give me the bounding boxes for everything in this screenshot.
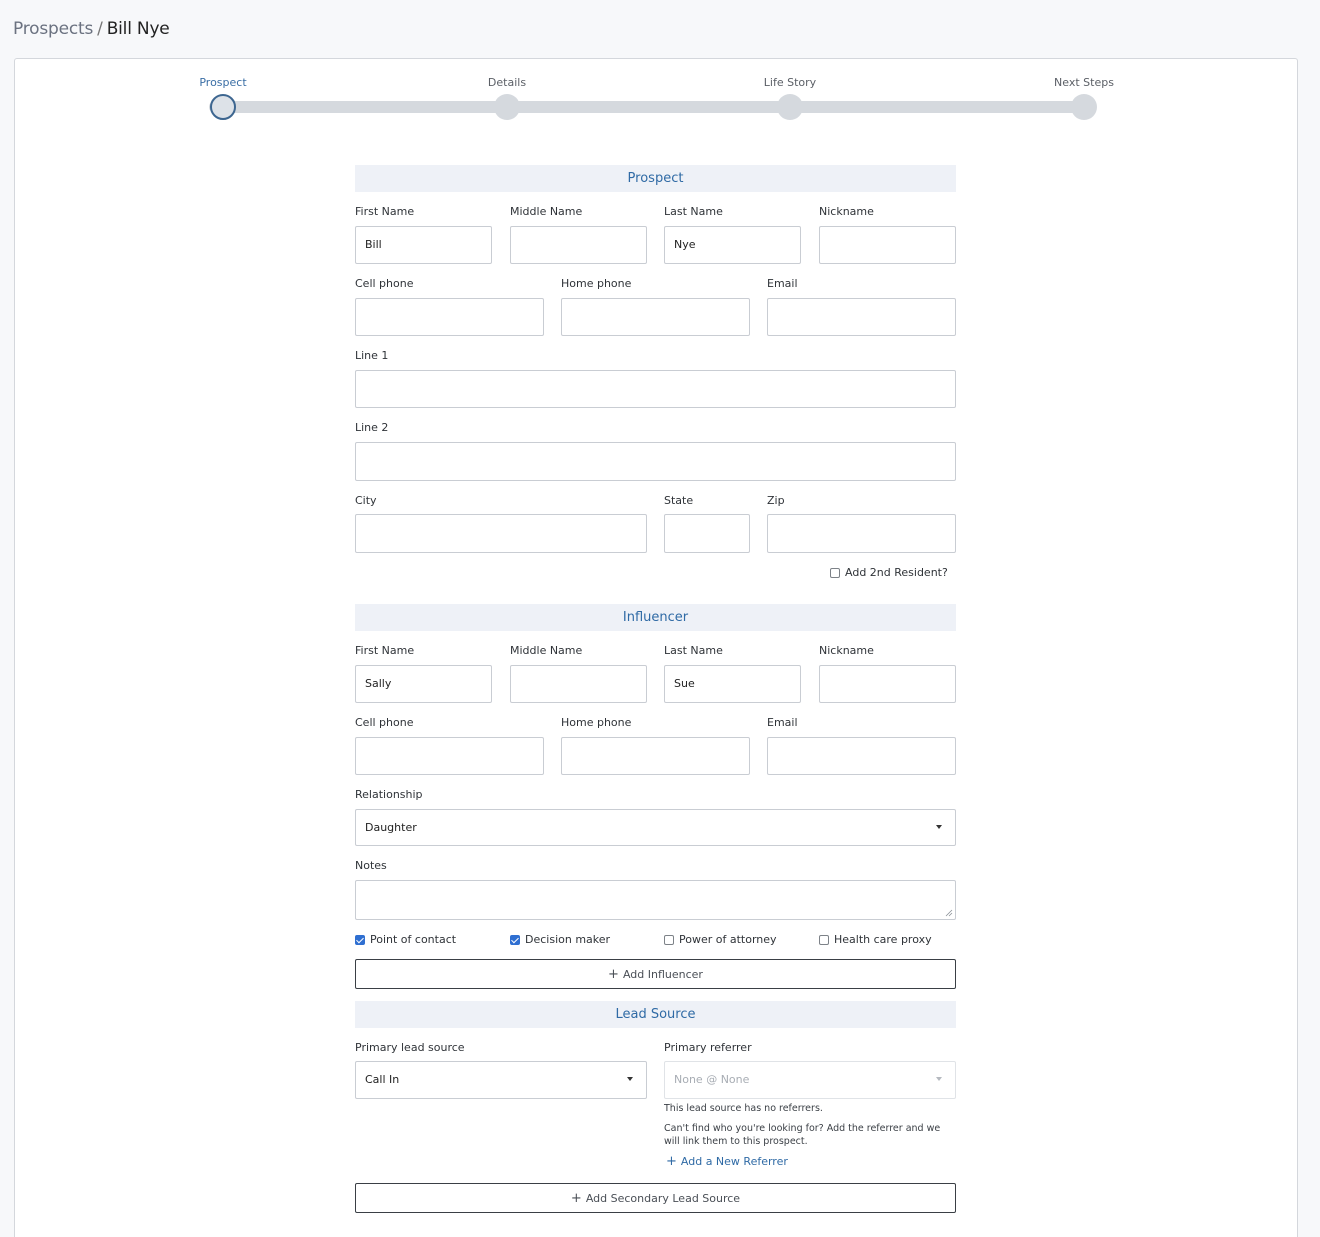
- prospect-state-input[interactable]: [664, 514, 750, 553]
- add-influencer-label: Add Influencer: [622, 967, 703, 981]
- add-new-referrer-label: Add a New Referrer: [680, 1155, 788, 1168]
- primary-referrer-select[interactable]: None @ None: [664, 1061, 956, 1099]
- prospect-cell-phone-label: Cell phone: [355, 277, 414, 290]
- add-second-resident-checkbox[interactable]: Add 2nd Resident?: [830, 566, 948, 579]
- chevron-down-icon: [627, 1077, 633, 1081]
- add-secondary-lead-source-label: Add Secondary Lead Source: [585, 1191, 741, 1205]
- influencer-middle-name-input[interactable]: [510, 665, 647, 703]
- influencer-nickname-label: Nickname: [819, 644, 874, 657]
- checkbox-box[interactable]: [510, 934, 520, 945]
- form-card: [14, 58, 1298, 1237]
- relationship-select-value: Daughter: [365, 821, 417, 834]
- chevron-down-icon: [936, 1077, 942, 1081]
- breadcrumb-parent-link[interactable]: Prospects: [13, 19, 93, 39]
- prospect-last-name-input[interactable]: Nye: [664, 226, 801, 264]
- plus-icon: +: [608, 966, 619, 982]
- decision-maker-checkbox[interactable]: Decision maker: [510, 933, 610, 946]
- cant-find-referrer-text: Can't find who you're looking for? Add t…: [664, 1123, 941, 1147]
- health-care-proxy-checkbox[interactable]: Health care proxy: [819, 933, 932, 946]
- lead-source-section-heading: Lead Source: [355, 1001, 956, 1028]
- checkbox-box[interactable]: [819, 934, 829, 945]
- prospect-nickname-input[interactable]: [819, 226, 956, 264]
- checkbox-label: Add 2nd Resident?: [845, 566, 948, 579]
- primary-lead-source-value: Call In: [365, 1073, 400, 1086]
- chevron-down-icon: [936, 825, 942, 829]
- prospect-line2-label: Line 2: [355, 421, 389, 434]
- breadcrumb: Prospects / Bill Nye: [13, 19, 170, 39]
- point-of-contact-checkbox[interactable]: Point of contact: [355, 933, 456, 946]
- resize-handle-icon[interactable]: [945, 909, 953, 917]
- influencer-last-name-label: Last Name: [664, 644, 723, 657]
- influencer-cell-phone-label: Cell phone: [355, 716, 414, 729]
- add-secondary-lead-source-button[interactable]: + Add Secondary Lead Source: [355, 1183, 956, 1213]
- step-label: Prospect: [199, 76, 247, 89]
- prospect-section-heading: Prospect: [355, 165, 956, 192]
- notes-label: Notes: [355, 859, 387, 872]
- checkbox-label: Power of attorney: [679, 933, 777, 946]
- primary-referrer-value: None @ None: [674, 1073, 750, 1086]
- plus-icon: +: [570, 1190, 582, 1206]
- step-label: Life Story: [763, 76, 817, 89]
- power-of-attorney-checkbox[interactable]: Power of attorney: [664, 933, 777, 946]
- prospect-state-label: State: [664, 494, 694, 507]
- step-dot: [1071, 94, 1097, 120]
- stepper-track: [209, 101, 1096, 113]
- prospect-zip-input[interactable]: [767, 514, 956, 553]
- influencer-middle-name-label: Middle Name: [510, 644, 583, 657]
- primary-lead-source-label: Primary lead source: [355, 1041, 465, 1054]
- add-influencer-button[interactable]: + Add Influencer: [355, 959, 956, 989]
- influencer-first-name-input[interactable]: Sally: [355, 665, 492, 703]
- prospect-email-input[interactable]: [767, 298, 956, 336]
- prospect-city-input[interactable]: [355, 514, 647, 553]
- prospect-nickname-label: Nickname: [819, 205, 874, 218]
- notes-textarea[interactable]: [355, 880, 956, 920]
- prospect-home-phone-input[interactable]: [561, 298, 750, 336]
- step-dot: [494, 94, 520, 120]
- breadcrumb-separator: /: [97, 19, 103, 39]
- checkbox-box[interactable]: [830, 567, 840, 578]
- checkbox-label: Point of contact: [370, 933, 457, 946]
- checkbox-label: Decision maker: [525, 933, 611, 946]
- primary-lead-source-select[interactable]: Call In: [355, 1061, 647, 1099]
- checkbox-label: Health care proxy: [834, 933, 932, 946]
- add-new-referrer-link[interactable]: + Add a New Referrer: [666, 1155, 788, 1168]
- prospect-middle-name-label: Middle Name: [510, 205, 583, 218]
- prospect-last-name-label: Last Name: [664, 205, 723, 218]
- influencer-email-input[interactable]: [767, 737, 956, 775]
- step-dot: [210, 94, 236, 120]
- influencer-first-name-label: First Name: [355, 644, 415, 657]
- prospect-city-label: City: [355, 494, 377, 507]
- prospect-email-label: Email: [767, 277, 798, 290]
- influencer-last-name-input[interactable]: Sue: [664, 665, 801, 703]
- primary-referrer-label: Primary referrer: [664, 1041, 752, 1054]
- influencer-email-label: Email: [767, 716, 798, 729]
- no-referrers-text: This lead source has no referrers.: [664, 1103, 823, 1114]
- influencer-home-phone-label: Home phone: [561, 716, 632, 729]
- prospect-line1-label: Line 1: [355, 349, 389, 362]
- breadcrumb-current: Bill Nye: [106, 19, 170, 39]
- influencer-nickname-input[interactable]: [819, 665, 956, 703]
- step-dot: [777, 94, 803, 120]
- relationship-select[interactable]: Daughter: [355, 809, 956, 846]
- prospect-cell-phone-input[interactable]: [355, 298, 544, 336]
- step-label: Details: [487, 76, 527, 89]
- prospect-first-name-input[interactable]: Bill: [355, 226, 492, 264]
- prospect-middle-name-input[interactable]: [510, 226, 647, 264]
- prospect-home-phone-label: Home phone: [561, 277, 632, 290]
- influencer-cell-phone-input[interactable]: [355, 737, 544, 775]
- influencer-section-heading: Influencer: [355, 604, 956, 631]
- plus-icon: +: [666, 1154, 677, 1169]
- step-label: Next Steps: [1054, 76, 1114, 89]
- influencer-home-phone-input[interactable]: [561, 737, 750, 775]
- prospect-zip-label: Zip: [767, 494, 785, 507]
- checkbox-box[interactable]: [355, 934, 365, 945]
- checkbox-box[interactable]: [664, 934, 674, 945]
- prospect-line2-input[interactable]: [355, 442, 956, 481]
- prospect-line1-input[interactable]: [355, 370, 956, 408]
- relationship-label: Relationship: [355, 788, 423, 801]
- prospect-first-name-label: First Name: [355, 205, 415, 218]
